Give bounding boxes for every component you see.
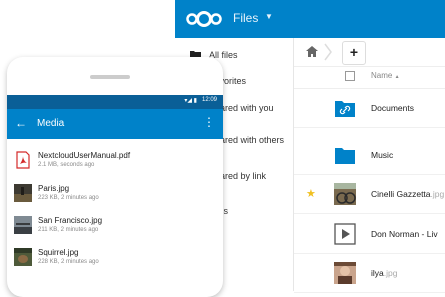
item-meta: 2.1 MB, seconds ago [38,162,95,168]
list-item[interactable]: NextcloudUserManual.pdf 2.1 MB, seconds … [7,145,223,177]
breadcrumb: + [294,38,445,67]
item-meta: 228 KB, 2 minutes ago [38,259,99,265]
nextcloud-logo-icon[interactable] [185,8,223,30]
file-name: Music [371,150,394,160]
play-video-icon [334,223,356,245]
app-bar: ← Media ⋮ [7,109,223,139]
column-header [294,66,445,89]
chevron-down-icon[interactable]: ▼ [265,12,273,21]
signal-battery-icon: ▾◢ ▮ [184,98,197,104]
image-thumbnail [334,183,356,205]
favorite-star-icon[interactable]: ★ [306,187,316,200]
item-name: San Francisco.jpg [38,216,103,225]
list-item[interactable]: San Francisco.jpg 211 KB, 2 minutes ago [7,210,223,242]
item-meta: 211 KB, 2 minutes ago [38,227,99,233]
image-thumbnail [14,216,32,234]
list-item[interactable]: Squirrel.jpg 228 KB, 2 minutes ago [7,242,223,274]
file-list-panel: + Name ▲ Documents Music ★ Cinelli Gazze… [293,38,445,293]
item-name: Squirrel.jpg [38,248,79,257]
image-thumbnail [334,262,356,284]
chevron-right-icon [324,43,332,61]
file-name: Cinelli Gazzetta.jpg [371,189,445,199]
back-arrow-icon[interactable]: ← [15,116,27,130]
file-row[interactable]: Don Norman - Liv [294,215,445,254]
item-name: Paris.jpg [38,184,70,193]
pdf-icon [16,151,30,169]
app-title[interactable]: Files [233,11,258,25]
sort-ascending-icon: ▲ [394,74,400,80]
select-all-checkbox[interactable] [345,71,355,81]
folder-icon [335,148,355,164]
name-column-header[interactable]: Name ▲ [371,71,400,80]
status-bar: ▾◢ ▮ 12:09 [7,95,223,109]
file-name: Don Norman - Liv [371,229,438,239]
item-meta: 223 KB, 2 minutes ago [38,195,99,201]
image-thumbnail [14,184,32,202]
file-row[interactable]: Documents [294,89,445,128]
new-file-button[interactable]: + [342,41,366,65]
file-row[interactable]: ★ Cinelli Gazzetta.jpg [294,175,445,214]
item-name: NextcloudUserManual.pdf [38,151,131,160]
page-title: Media [37,118,65,129]
file-row[interactable]: Music [294,136,445,175]
file-row[interactable]: ilya.jpg [294,254,445,293]
speaker-slot [90,75,130,79]
phone-mockup: ▾◢ ▮ 12:09 ← Media ⋮ NextcloudUserManual… [7,57,223,297]
shared-folder-icon [335,101,355,117]
more-vert-icon[interactable]: ⋮ [203,115,215,129]
status-time: 12:09 [201,97,217,103]
file-name: Documents [371,103,414,113]
image-thumbnail [14,248,32,266]
app-header: Files ▼ [175,0,445,38]
file-name: ilya.jpg [371,268,398,278]
home-icon[interactable] [306,46,318,57]
list-item[interactable]: Paris.jpg 223 KB, 2 minutes ago [7,178,223,210]
